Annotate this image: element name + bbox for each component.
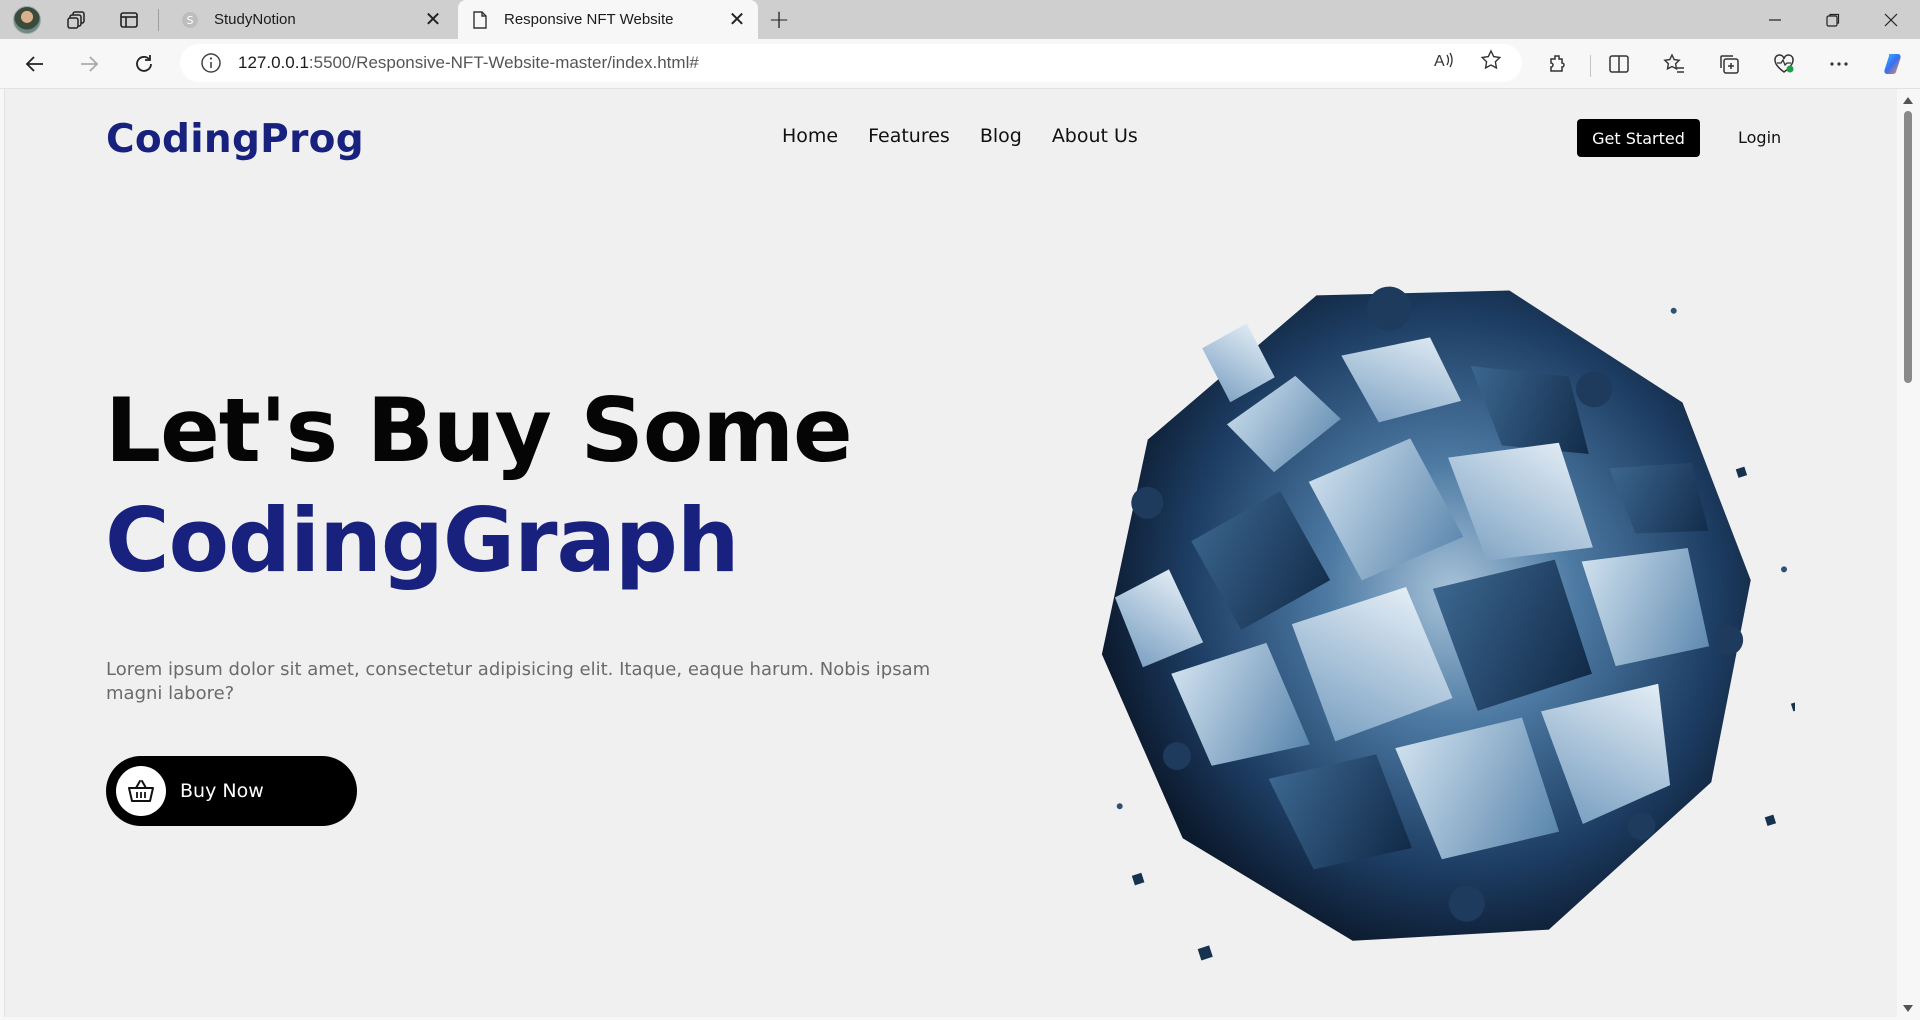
hero-heading-line2: CodingGraph: [105, 489, 739, 592]
hero-description: Lorem ipsum dolor sit amet, consectetur …: [106, 659, 931, 704]
tab-responsive-nft[interactable]: Responsive NFT Website ✕: [458, 0, 758, 39]
studynotion-favicon: S: [180, 10, 200, 30]
hero-heading-line1: Let's Buy Some: [105, 379, 853, 482]
refresh-icon[interactable]: [127, 47, 161, 81]
read-aloud-icon[interactable]: A: [1430, 47, 1456, 73]
back-icon[interactable]: [18, 47, 52, 81]
page-viewport: CodingProg Home Features Blog About Us G…: [4, 89, 1897, 1017]
get-started-button[interactable]: Get Started: [1577, 119, 1700, 157]
page-icon: [470, 10, 490, 30]
browser-essentials-icon[interactable]: [1767, 47, 1801, 81]
tab-title: Responsive NFT Website: [504, 11, 674, 28]
more-options-icon[interactable]: [1822, 47, 1856, 81]
nav-features[interactable]: Features: [868, 125, 950, 147]
tab-studynotion[interactable]: S StudyNotion ✕: [168, 0, 454, 39]
site-logo[interactable]: CodingProg: [106, 117, 364, 162]
new-tab-button[interactable]: +: [764, 5, 794, 35]
minimize-icon[interactable]: [1746, 0, 1804, 39]
copilot-icon[interactable]: [1876, 47, 1910, 81]
svg-text:A: A: [1434, 53, 1445, 70]
tab-close-icon[interactable]: ✕: [420, 7, 446, 33]
scroll-down-icon[interactable]: [1903, 1005, 1913, 1012]
url-text: 127.0.0.1:5500/Responsive-NFT-Website-ma…: [238, 53, 699, 73]
close-window-icon[interactable]: [1862, 0, 1920, 39]
toolbar-divider: [1590, 55, 1591, 77]
tab-close-icon[interactable]: ✕: [724, 7, 750, 33]
extensions-icon[interactable]: [1541, 47, 1575, 81]
restore-icon[interactable]: [1804, 0, 1862, 39]
url-path: :5500/Responsive-NFT-Website-master/inde…: [308, 53, 699, 72]
profile-avatar[interactable]: [13, 6, 41, 34]
browser-tab-bar: S StudyNotion ✕ Responsive NFT Website ✕…: [0, 0, 1920, 39]
main-nav: Home Features Blog About Us: [782, 125, 1138, 147]
split-screen-icon[interactable]: [1602, 47, 1636, 81]
tab-actions-icon[interactable]: [114, 6, 144, 34]
nav-about-us[interactable]: About Us: [1052, 125, 1138, 147]
login-link[interactable]: Login: [1738, 128, 1781, 147]
nav-home[interactable]: Home: [782, 125, 838, 147]
url-host: 127.0.0.1: [238, 53, 309, 72]
basket-icon: [116, 766, 166, 816]
tabbar-divider: [158, 9, 159, 31]
collections-icon[interactable]: [1712, 47, 1746, 81]
forward-icon[interactable]: [72, 47, 106, 81]
site-info-icon[interactable]: [200, 52, 222, 74]
hero-nft-image: [1101, 286, 1795, 961]
scroll-thumb[interactable]: [1904, 111, 1912, 383]
workspaces-icon[interactable]: [62, 6, 92, 34]
favorites-icon[interactable]: [1657, 47, 1691, 81]
buy-now-label: Buy Now: [180, 780, 264, 802]
browser-toolbar: 127.0.0.1:5500/Responsive-NFT-Website-ma…: [0, 39, 1920, 89]
page-scrollbar[interactable]: [1897, 89, 1920, 1020]
tab-title: StudyNotion: [214, 11, 296, 28]
scroll-up-icon[interactable]: [1903, 97, 1913, 104]
favorite-star-icon[interactable]: [1478, 47, 1504, 73]
address-bar[interactable]: 127.0.0.1:5500/Responsive-NFT-Website-ma…: [180, 44, 1522, 82]
buy-now-button[interactable]: Buy Now: [106, 756, 357, 826]
nav-blog[interactable]: Blog: [980, 125, 1022, 147]
svg-text:S: S: [187, 14, 194, 27]
